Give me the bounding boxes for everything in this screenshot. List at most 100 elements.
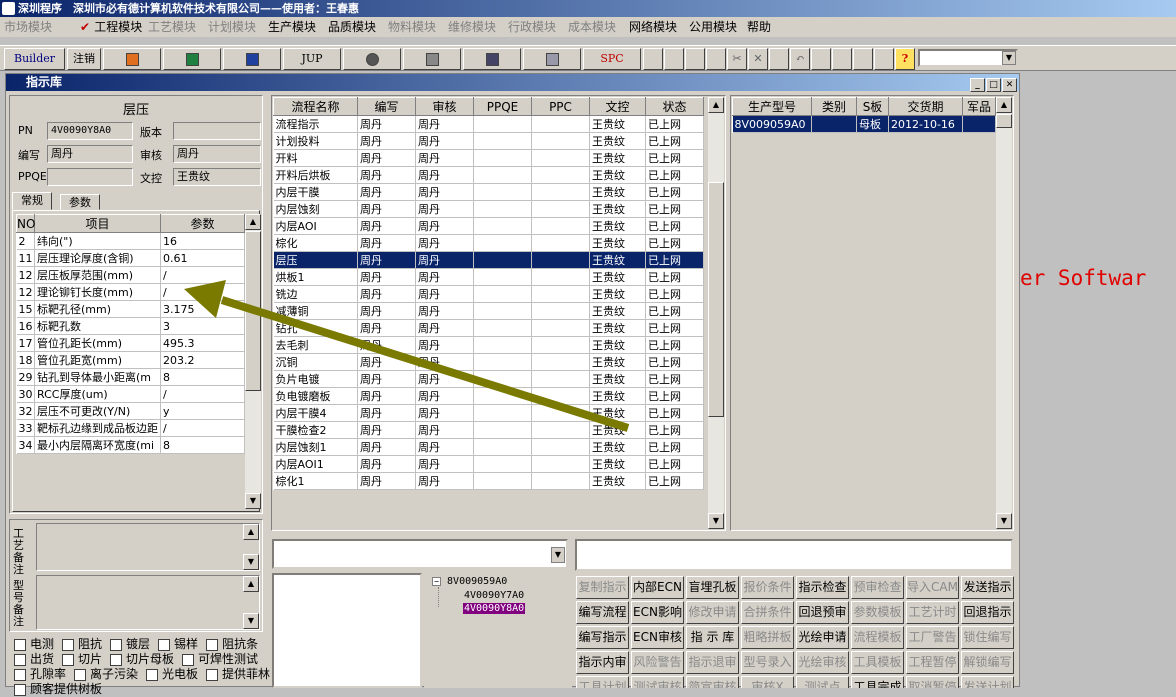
close-icon[interactable]: ✕ (1002, 78, 1017, 92)
process-remark-field[interactable]: ▲ ▼ (36, 523, 260, 571)
orders-row[interactable]: 8V009059A0 母板 2012-10-16 (732, 115, 996, 133)
print-icon[interactable] (853, 48, 873, 70)
checkbox-icon[interactable] (182, 653, 195, 666)
action-button[interactable]: 粗略拼板 (741, 626, 794, 649)
menu-item-3[interactable]: 计划模块 (208, 17, 256, 37)
param-row[interactable]: 15 标靶孔径(mm) 3.175 (16, 300, 245, 318)
notes-list[interactable] (272, 573, 422, 688)
flow-row[interactable]: 计划投料 周丹 周丹 王贵纹 已上网 (273, 132, 704, 150)
action-button[interactable]: 光绘申请 (796, 626, 849, 649)
flow-col-header[interactable]: 状态 (645, 97, 704, 116)
toolbar-combo[interactable]: ▼ (918, 49, 1018, 67)
action-button[interactable]: 工艺计时 (906, 601, 959, 624)
logout-button[interactable]: 注销 (67, 48, 101, 70)
flow-row[interactable]: 内层干膜4 周丹 周丹 王贵纹 已上网 (273, 404, 704, 422)
action-button[interactable]: 参数模板 (851, 601, 904, 624)
action-button[interactable]: 编写指示 (576, 626, 629, 649)
flow-row[interactable]: 铣边 周丹 周丹 王贵纹 已上网 (273, 285, 704, 303)
menu-item-8[interactable]: 行政模块 (508, 17, 556, 37)
orders-col-header[interactable]: 类别 (811, 97, 857, 116)
minimize-icon[interactable]: _ (970, 78, 985, 92)
dropdown-icon[interactable]: ▼ (551, 547, 565, 563)
action-button[interactable]: 复制指示 (576, 576, 629, 599)
orders-scroll-down-icon[interactable]: ▼ (996, 513, 1012, 529)
action-button[interactable]: 审核X (741, 676, 794, 688)
action-button[interactable]: 工厂警告 (906, 626, 959, 649)
menu-item-11[interactable]: 公用模块 (689, 17, 737, 37)
flow-row[interactable]: 烘板1 周丹 周丹 王贵纹 已上网 (273, 268, 704, 286)
menu-item-0[interactable]: 市场模块 (4, 17, 52, 37)
flow-row[interactable]: 开料 周丹 周丹 王贵纹 已上网 (273, 149, 704, 167)
search-input[interactable] (575, 539, 1013, 571)
param-row[interactable]: 33 靶标孔边缘到成品板边距 / (16, 419, 245, 437)
action-button[interactable]: 内部ECN (631, 576, 684, 599)
action-button[interactable]: 工程暂停 (906, 651, 959, 674)
undo-icon[interactable]: ↶ (790, 48, 810, 70)
action-button[interactable]: 指 示 库 (686, 626, 739, 649)
menu-item-5[interactable]: 品质模块 (328, 17, 376, 37)
save-icon[interactable] (769, 48, 789, 70)
action-button[interactable]: 修改申请 (686, 601, 739, 624)
action-button[interactable]: 型号录入 (741, 651, 794, 674)
action-button[interactable]: 锁住编写 (961, 626, 1014, 649)
action-button[interactable]: 取消暂停 (906, 676, 959, 688)
checkbox-icon[interactable] (206, 668, 219, 681)
action-button[interactable]: 指示检查 (796, 576, 849, 599)
checkbox-icon[interactable] (110, 653, 123, 666)
param-row[interactable]: 12 层压板厚范围(mm) / (16, 266, 245, 284)
action-button[interactable]: 风险警告 (631, 651, 684, 674)
copy-icon[interactable] (706, 48, 726, 70)
param-row[interactable]: 11 层压理论厚度(含铜) 0.61 (16, 249, 245, 267)
orders-col-header[interactable]: S板 (856, 97, 889, 116)
action-button[interactable]: ECN审核 (631, 626, 684, 649)
action-button[interactable]: 发送指示 (961, 576, 1014, 599)
checkbox-icon[interactable] (14, 638, 26, 651)
orders-col-header[interactable]: 军品 (962, 97, 996, 116)
jup-button[interactable]: JUP (283, 48, 341, 70)
action-button[interactable]: 简宣审核 (686, 676, 739, 688)
menu-item-10[interactable]: 网络模块 (629, 17, 677, 37)
option-checkbox[interactable]: 提供菲林 (206, 665, 270, 682)
action-button[interactable]: 编写流程 (576, 601, 629, 624)
action-button[interactable]: 盲埋孔板 (686, 576, 739, 599)
flow-row[interactable]: 棕化1 周丹 周丹 王贵纹 已上网 (273, 472, 704, 490)
help-icon[interactable]: ? (895, 48, 915, 70)
tab-general[interactable]: 常规 (12, 192, 52, 210)
orders-scrollbar[interactable]: ▲ ▼ (996, 97, 1012, 529)
checkbox-icon[interactable] (206, 638, 219, 651)
scroll-down-icon[interactable]: ▼ (245, 493, 261, 509)
action-button[interactable]: 测试审核 (631, 676, 684, 688)
flow-col-header[interactable]: 编写 (357, 97, 416, 116)
flow-col-header[interactable]: 文控 (589, 97, 646, 116)
checkbox-icon[interactable] (74, 668, 87, 681)
excel-icon[interactable] (163, 48, 221, 70)
flow-select[interactable]: ▼ (272, 539, 568, 569)
computer-icon[interactable] (523, 48, 581, 70)
tree-node-selected[interactable]: 4V0090Y8A0 (463, 603, 526, 614)
checkbox-icon[interactable] (158, 638, 171, 651)
preview-icon[interactable] (811, 48, 831, 70)
menu-item-2[interactable]: 工艺模块 (148, 17, 196, 37)
ie-icon[interactable] (664, 48, 684, 70)
flow-row[interactable]: 钻孔 周丹 周丹 王贵纹 已上网 (273, 319, 704, 337)
flow-row[interactable]: 内层蚀刻1 周丹 周丹 王贵纹 已上网 (273, 438, 704, 456)
flow-row[interactable]: 棕化 周丹 周丹 王贵纹 已上网 (273, 234, 704, 252)
editor-field[interactable]: 周丹 (47, 145, 133, 163)
flow-col-header[interactable]: 流程名称 (273, 97, 358, 116)
option-checkbox[interactable]: 顾客提供树板 (14, 680, 102, 697)
model-remark-field[interactable]: ▲ ▼ (36, 575, 260, 630)
param-row[interactable]: 32 层压不可更改(Y/N) y (16, 402, 245, 420)
orders-col-header[interactable]: 生产型号 (732, 97, 812, 116)
flow-col-header[interactable]: PPC (531, 97, 590, 116)
param-row[interactable]: 17 管位孔距长(mm) 495.3 (16, 334, 245, 352)
param-row[interactable]: 12 理论铆钉长度(mm) / (16, 283, 245, 301)
flow-row[interactable]: 内层干膜 周丹 周丹 王贵纹 已上网 (273, 183, 704, 201)
params-scrollbar[interactable]: ▲ ▼ (245, 214, 261, 509)
tree-root[interactable]: − 8V009059A0 (432, 576, 507, 587)
flow-row[interactable]: 内层蚀刻 周丹 周丹 王贵纹 已上网 (273, 200, 704, 218)
paste-icon[interactable] (832, 48, 852, 70)
option-checkbox[interactable]: 光电板 (146, 665, 198, 682)
param-row[interactable]: 2 纬向(") 16 (16, 232, 245, 250)
action-button[interactable]: 测试点 (796, 676, 849, 688)
action-button[interactable]: 预审检查 (851, 576, 904, 599)
